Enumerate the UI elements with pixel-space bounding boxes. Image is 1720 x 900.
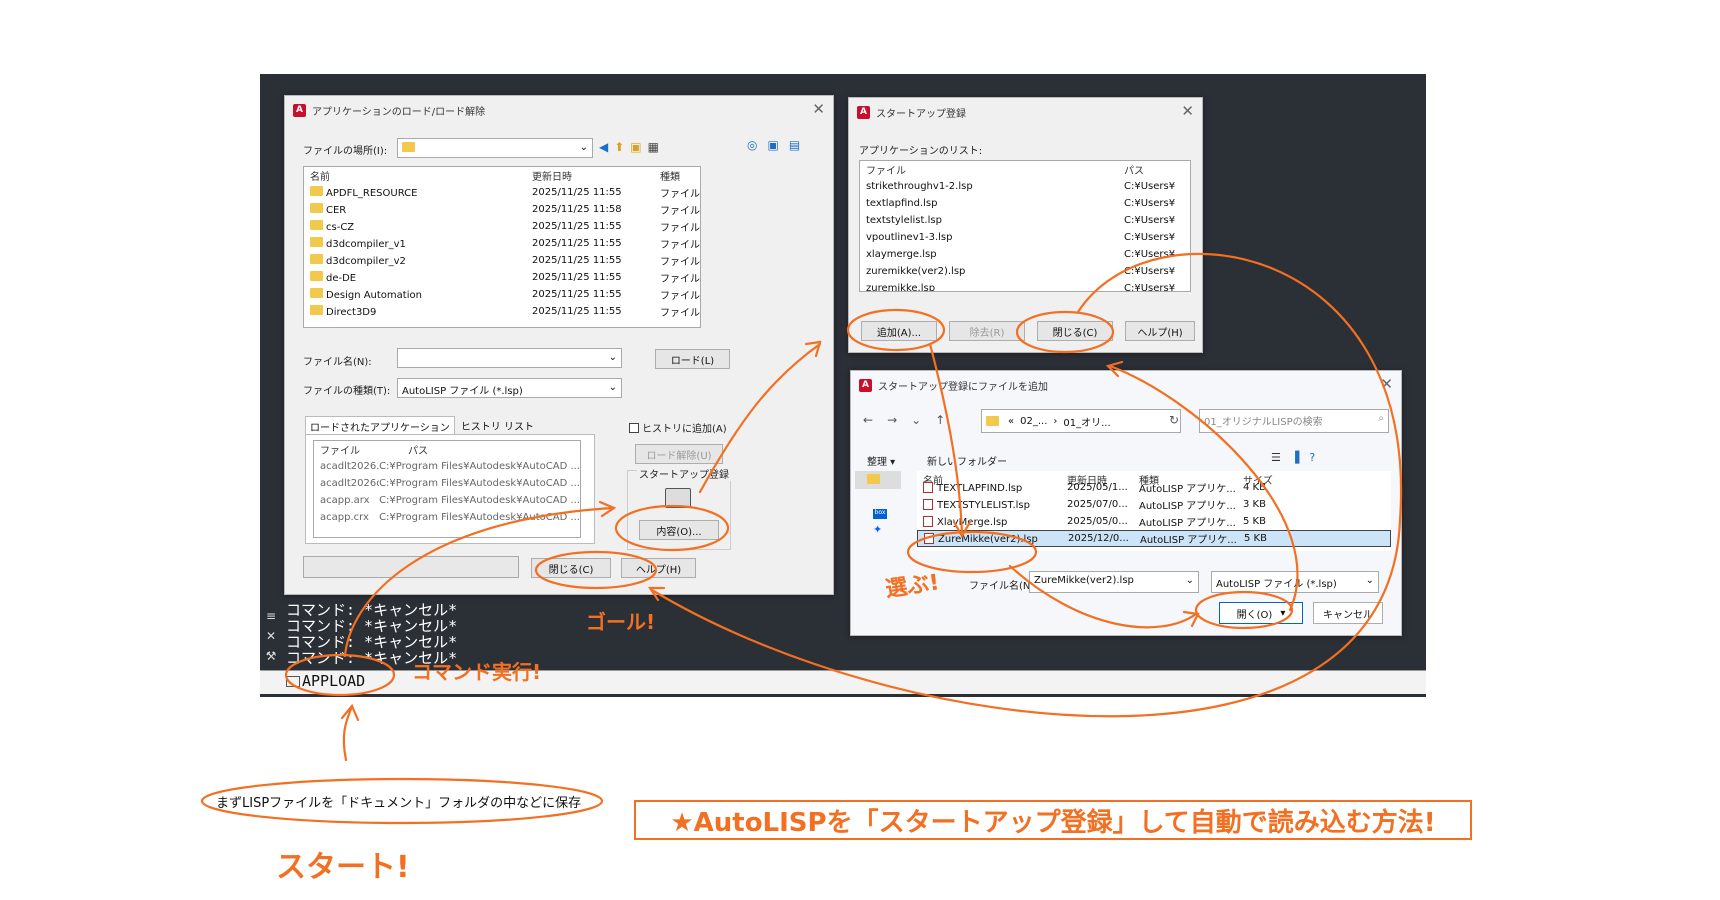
annotation-circle-open	[1194, 590, 1294, 630]
annotation-save-note: まずLISPファイルを「ドキュメント」フォルダの中などに保存	[216, 796, 582, 811]
annotation-arrow-add-down	[928, 342, 964, 536]
annotation-circle-appload	[284, 653, 396, 697]
headline-box: ★AutoLISPを「スタートアップ登録」して自動で読み込む方法!	[634, 800, 1472, 840]
annotation-run-command: コマンド実行!	[412, 660, 542, 684]
annotation-circle-close	[534, 550, 658, 590]
headline: ★AutoLISPを「スタートアップ登録」して自動で読み込む方法!	[670, 807, 1436, 838]
annotation-arrow-appload-to-contents	[343, 506, 614, 658]
annotation-circle-contents	[614, 504, 730, 552]
annotation-arrow-to-open	[1008, 564, 1198, 629]
annotation-start: スタート!	[276, 850, 410, 885]
annotation-goal: ゴール!	[586, 610, 656, 634]
annotation-arrow-loop-to-goal	[650, 252, 1403, 718]
annotation-overlay	[200, 252, 1403, 825]
annotation-arrow-open-to-startup-close	[1108, 364, 1299, 612]
annotation-circle-startup-close	[1015, 310, 1115, 354]
annotation-arrow-contents-to-add	[698, 342, 822, 494]
